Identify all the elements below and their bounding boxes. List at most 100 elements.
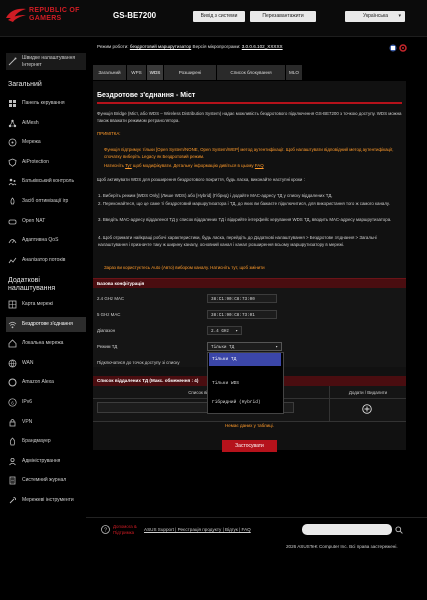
- sidebar-item-label: Батьківський контроль: [22, 178, 75, 185]
- aimesh-icon: [8, 119, 17, 128]
- help-support-label[interactable]: Допомога & Підтримка: [113, 524, 143, 535]
- fw-label: Версія мікропрограми:: [192, 44, 241, 49]
- firewall-icon: [8, 437, 17, 446]
- reboot-button[interactable]: Перезавантажити: [250, 11, 316, 22]
- tab-2[interactable]: WDS: [147, 65, 164, 80]
- footer-divider: [86, 517, 427, 518]
- mac24-field: 38:C1:90:C8:73:00: [207, 294, 277, 303]
- sidebar-item-ipv6[interactable]: 6 IPv6: [6, 395, 86, 410]
- sidebar-item-globe[interactable]: WAN: [6, 356, 86, 371]
- sidebar-item-network[interactable]: Мережа: [6, 135, 86, 150]
- sidebar-item-qos[interactable]: Адаптивна QoS: [6, 233, 86, 248]
- tools-icon: [8, 496, 17, 505]
- auto-channel-note: Зараз ви користуєтесь Auto (Авто) виборо…: [104, 265, 265, 270]
- alexa-icon: [8, 378, 17, 387]
- remote-list-title: Список віддалених ТД (Макс. обмеження : …: [97, 378, 199, 383]
- note-text: Функція підтримує тільки [Open System/NO…: [104, 147, 394, 159]
- note-link-prefix: Натисніть: [104, 163, 124, 168]
- app-qr-icon[interactable]: [389, 44, 397, 52]
- sidebar-item-map[interactable]: Карта мережі: [6, 297, 86, 312]
- sidebar-item-label: Адміністрування: [22, 457, 61, 464]
- title-divider: [97, 102, 402, 104]
- mode-link[interactable]: бездротовий маршрутизатор: [130, 44, 191, 49]
- shield-icon: [8, 158, 17, 167]
- sidebar-item-dashboard[interactable]: Панель керування: [6, 96, 86, 111]
- dashboard-icon: [8, 99, 17, 108]
- qos-icon: [8, 236, 17, 245]
- ap-mode-value: Тільки ТД: [211, 345, 235, 350]
- sidebar-item-qis[interactable]: Швидке налаштування Інтернет: [6, 53, 86, 70]
- sidebar-item-traffic[interactable]: Аналізатор потоків: [6, 253, 86, 268]
- sidebar-item-label: Брандмауер: [22, 438, 51, 445]
- settings-icon[interactable]: [399, 44, 407, 52]
- language-select[interactable]: Українська ▾: [345, 11, 405, 22]
- ap-mode-option[interactable]: Гібридний (Hybrid): [209, 396, 281, 409]
- sidebar-item-label: Бездротове з'єднання: [22, 320, 73, 327]
- footer-links[interactable]: ASUS Support | Реєстрація продукту | Від…: [144, 527, 251, 532]
- sidebar-item-label: AiMesh: [22, 119, 39, 126]
- log-icon: [8, 476, 17, 485]
- connect-label: Підключатися до точок доступу зі списку: [97, 360, 180, 365]
- apply-button[interactable]: Застосувати: [222, 440, 277, 452]
- sidebar-item-firewall[interactable]: Брандмауер: [6, 434, 86, 449]
- sidebar-item-label: Локальна мережа: [22, 340, 64, 347]
- sidebar-item-label: Засіб оптимізації ігр: [22, 198, 69, 204]
- fw-link[interactable]: 3.0.0.6.102_XXXXX: [242, 44, 283, 49]
- logout-button[interactable]: Вихід з системи: [193, 11, 245, 22]
- sidebar-section-general: Загальний: [8, 81, 42, 88]
- note-here-link[interactable]: Тут: [125, 163, 132, 168]
- chevron-down-icon: ▾: [398, 13, 401, 19]
- sidebar-item-rocket[interactable]: Засіб оптимізації ігр: [6, 194, 86, 209]
- admin-icon: [8, 457, 17, 466]
- ap-mode-option[interactable]: Тільки WDS: [209, 377, 281, 390]
- note-link-suffix: щоб модифікувати. Детальну інформацію ди…: [133, 163, 254, 168]
- sidebar-item-home[interactable]: Локальна мережа: [6, 336, 86, 351]
- rocket-icon: [8, 197, 17, 206]
- tab-0[interactable]: Загальний: [93, 65, 127, 80]
- status-bar: Режим роботи: бездротовий маршрутизатор …: [97, 44, 283, 49]
- home-icon: [8, 339, 17, 348]
- sidebar-item-label: VPN: [22, 418, 33, 425]
- band-select[interactable]: 2.4 GHz ▾: [207, 326, 242, 335]
- sidebar-item-alexa[interactable]: Amazon Alexa: [6, 375, 86, 390]
- sidebar-item-label: WAN: [22, 359, 34, 366]
- wand-icon: [8, 57, 17, 66]
- sidebar-item-label: Карта мережі: [22, 301, 53, 307]
- tab-3[interactable]: Розширені налаштування: [164, 65, 217, 90]
- sidebar-item-log[interactable]: Системний журнал: [6, 473, 86, 488]
- network-icon: [8, 138, 17, 147]
- brand-line2: GAMERS: [29, 15, 62, 22]
- sidebar-item-admin[interactable]: Адміністрування: [6, 454, 86, 469]
- footer-search-input[interactable]: [302, 524, 392, 535]
- sidebar-item-gamepad[interactable]: Open NAT: [6, 214, 86, 229]
- ap-mode-select[interactable]: Тільки ТД ▾: [207, 342, 282, 351]
- sidebar-item-aimesh[interactable]: AiMesh: [6, 116, 86, 131]
- step-item: 4. Щоб отримати найкращі робочі характер…: [98, 235, 377, 247]
- tab-4[interactable]: Список блокування переміщення: [217, 65, 286, 90]
- sidebar-item-wifi[interactable]: Бездротове з'єднання: [6, 316, 86, 332]
- sidebar-item-shield[interactable]: AiProtection: [6, 155, 86, 170]
- search-icon[interactable]: [395, 526, 403, 534]
- sidebar-item-tools[interactable]: Мережеві інструменти: [6, 493, 86, 508]
- band-value: 2.4 GHz: [211, 329, 230, 334]
- action-col-header: Додати / Видалити: [348, 390, 388, 395]
- faq-link[interactable]: FAQ: [255, 163, 264, 168]
- page-title: Бездротове з'єднання - Міст: [97, 92, 196, 99]
- copyright: 2026 ASUSTeK Computer Inc. Всі права зас…: [286, 544, 398, 549]
- tab-1[interactable]: WPS: [127, 65, 147, 80]
- globe-icon: [8, 359, 17, 368]
- step-item: 1. Виберіть режим [WDS Only] (Лише WDS) …: [98, 193, 333, 198]
- help-icon: ?: [101, 525, 110, 534]
- brand-line1: REPUBLIC OF: [29, 7, 80, 14]
- sidebar-item-label: IPv6: [22, 399, 33, 405]
- ap-mode-option[interactable]: Тільки ТД: [209, 353, 281, 366]
- mode-label: Режим роботи:: [97, 44, 129, 49]
- chevron-down-icon: ▾: [235, 329, 238, 334]
- mac24-label: 2.4 GHz MAC: [97, 296, 125, 301]
- map-icon: [8, 300, 17, 309]
- sidebar-item-vpn[interactable]: VPN: [6, 415, 86, 430]
- tab-5[interactable]: MLO: [286, 65, 303, 80]
- add-remote-ap-icon[interactable]: [362, 404, 372, 414]
- svg-text:6: 6: [11, 401, 14, 406]
- sidebar-item-family[interactable]: Батьківський контроль: [6, 174, 86, 189]
